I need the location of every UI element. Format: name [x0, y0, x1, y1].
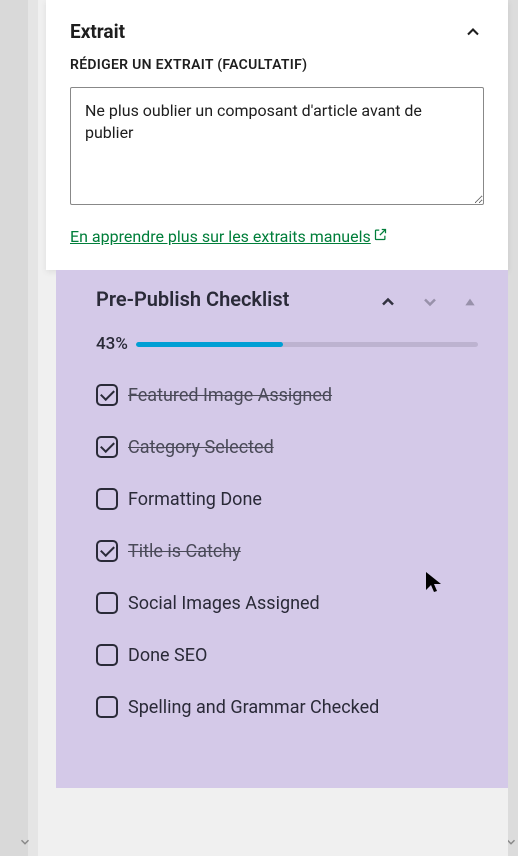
checklist-items: Featured Image Assigned Category Selected…	[96, 384, 478, 718]
learn-more-link-text: En apprendre plus sur les extraits manue…	[70, 227, 371, 246]
checkbox[interactable]	[96, 488, 118, 510]
external-link-icon	[373, 227, 388, 246]
checkbox[interactable]	[96, 540, 118, 562]
checkbox[interactable]	[96, 592, 118, 614]
checklist-item: Social Images Assigned	[96, 592, 478, 614]
excerpt-panel: Extrait RÉDIGER UN EXTRAIT (FACULTATIF) …	[46, 0, 508, 270]
checklist-item-label: Social Images Assigned	[128, 593, 320, 614]
progress-bar	[136, 342, 478, 347]
checkbox[interactable]	[96, 384, 118, 406]
scroll-down-icon[interactable]	[18, 835, 32, 852]
checklist-item-label: Category Selected	[128, 437, 274, 458]
right-scrollbar[interactable]	[508, 0, 518, 856]
triangle-up-icon[interactable]	[462, 294, 478, 314]
progress-fill	[136, 342, 283, 347]
checklist-item-label: Spelling and Grammar Checked	[128, 697, 379, 718]
checklist-item: Done SEO	[96, 644, 478, 666]
progress-percent: 43%	[96, 334, 128, 354]
excerpt-textarea[interactable]	[70, 87, 484, 205]
checklist-title: Pre-Publish Checklist	[96, 286, 289, 313]
excerpt-label: RÉDIGER UN EXTRAIT (FACULTATIF)	[70, 57, 484, 73]
excerpt-title: Extrait	[70, 20, 125, 43]
left-gutter	[0, 0, 28, 856]
pre-publish-checklist: Pre-Publish Checklist 43% Featured Image…	[56, 270, 508, 788]
checklist-item-label: Title is Catchy	[128, 541, 241, 562]
chevron-up-icon[interactable]	[378, 292, 398, 316]
checkbox[interactable]	[96, 436, 118, 458]
excerpt-header[interactable]: Extrait	[46, 0, 508, 57]
chevron-up-icon[interactable]	[462, 21, 484, 43]
checklist-item-label: Done SEO	[128, 645, 207, 666]
checklist-item-label: Featured Image Assigned	[128, 385, 332, 406]
checklist-item: Formatting Done	[96, 488, 478, 510]
excerpt-body: RÉDIGER UN EXTRAIT (FACULTATIF)	[46, 57, 508, 209]
checkbox[interactable]	[96, 696, 118, 718]
learn-more-link[interactable]: En apprendre plus sur les extraits manue…	[70, 227, 388, 246]
checklist-item: Spelling and Grammar Checked	[96, 696, 478, 718]
checklist-item-label: Formatting Done	[128, 489, 262, 510]
progress-row: 43%	[96, 334, 478, 354]
chevron-down-icon[interactable]	[420, 292, 440, 316]
main-column: Extrait RÉDIGER UN EXTRAIT (FACULTATIF) …	[38, 0, 508, 856]
checklist-item: Featured Image Assigned	[96, 384, 478, 406]
checkbox[interactable]	[96, 644, 118, 666]
checklist-item: Category Selected	[96, 436, 478, 458]
checklist-nav	[378, 286, 478, 316]
checklist-item: Title is Catchy	[96, 540, 478, 562]
